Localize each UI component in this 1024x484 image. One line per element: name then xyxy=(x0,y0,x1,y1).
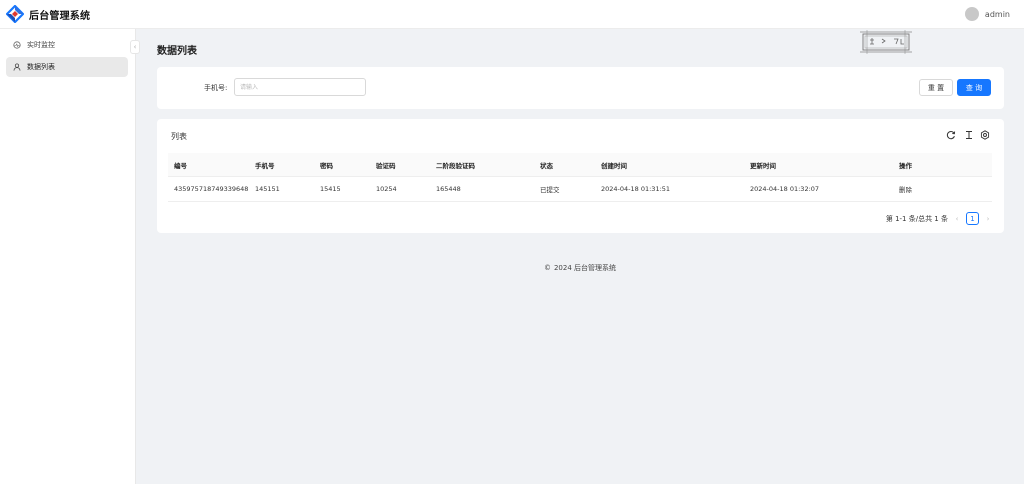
monitor-icon xyxy=(13,41,21,49)
table-row[interactable]: 435975718749339648 145151 15415 10254 16… xyxy=(168,177,992,202)
cell-phone: 145151 xyxy=(255,185,280,193)
column-header-updated[interactable]: 更新时间 xyxy=(750,153,776,176)
data-table: 编号 手机号 密码 验证码 二阶段验证码 状态 创建时间 更新时间 操作 435… xyxy=(168,153,992,202)
next-page-icon[interactable]: › xyxy=(984,215,992,223)
cell-password: 15415 xyxy=(320,185,341,193)
column-header-password[interactable]: 密码 xyxy=(320,153,333,176)
footer: © 2024 后台管理系统 xyxy=(136,263,1024,273)
cell-code: 10254 xyxy=(376,185,397,193)
avatar[interactable] xyxy=(964,7,979,21)
table-title: 列表 xyxy=(171,132,187,141)
phone-label: 手机号: xyxy=(204,84,228,92)
cell-status: 已提交 xyxy=(540,186,560,194)
cell-updated: 2024-04-18 01:32:07 xyxy=(750,185,820,193)
table-card: 列表 编号 手机号 密码 验证码 二阶段验证码 状态 创建时间 更新时间 操作 … xyxy=(157,119,1004,233)
column-header-status[interactable]: 状态 xyxy=(540,153,553,176)
column-header-phone[interactable]: 手机号 xyxy=(255,153,275,176)
decorative-stamp xyxy=(860,29,912,55)
column-header-created[interactable]: 创建时间 xyxy=(601,153,627,176)
cell-created: 2024-04-18 01:31:51 xyxy=(601,185,671,193)
column-header-action: 操作 xyxy=(899,161,912,170)
page-button-current[interactable]: 1 xyxy=(966,212,979,225)
main-content: 数据列表 手机号: 重 置 查 询 列表 编号 xyxy=(136,29,1024,484)
column-header-code2[interactable]: 二阶段验证码 xyxy=(436,153,475,176)
search-form: 手机号: 重 置 查 询 xyxy=(157,67,1004,109)
user-icon xyxy=(13,63,21,71)
reload-icon[interactable] xyxy=(945,129,957,141)
pagination-summary: 第 1-1 条/总共 1 条 xyxy=(885,214,948,223)
page-title: 数据列表 xyxy=(157,46,197,57)
user-menu[interactable]: admin xyxy=(964,7,1010,21)
column-header-code[interactable]: 验证码 xyxy=(376,153,396,176)
sidebar-item-data-list[interactable]: 数据列表 xyxy=(6,57,128,77)
cell-code2: 165448 xyxy=(436,185,461,193)
reset-button[interactable]: 重 置 xyxy=(919,79,953,96)
brand[interactable]: 后台管理系统 xyxy=(5,4,91,24)
column-height-icon[interactable] xyxy=(963,129,975,141)
query-button[interactable]: 查 询 xyxy=(957,79,991,96)
top-header: 后台管理系统 admin xyxy=(0,0,1024,29)
footer-text: 2024 后台管理系统 xyxy=(553,264,617,272)
prev-page-icon[interactable]: ‹ xyxy=(953,215,961,223)
pagination: 第 1-1 条/总共 1 条 ‹ 1 › xyxy=(886,212,992,225)
cell-id: 435975718749339648 xyxy=(174,185,249,193)
phone-input[interactable] xyxy=(234,78,366,96)
column-header-id[interactable]: 编号 xyxy=(174,153,187,176)
sidebar-item-label: 实时监控 xyxy=(27,41,55,49)
username[interactable]: admin xyxy=(985,10,1010,19)
setting-icon[interactable] xyxy=(979,129,991,141)
sidebar-item-monitor[interactable]: 实时监控 xyxy=(6,35,128,55)
logo-icon xyxy=(5,4,25,24)
sidebar: 实时监控 数据列表 xyxy=(0,29,136,484)
app-title: 后台管理系统 xyxy=(29,10,91,22)
copyright-icon: © xyxy=(543,264,551,272)
table-header-row: 编号 手机号 密码 验证码 二阶段验证码 状态 创建时间 更新时间 操作 xyxy=(168,153,992,177)
sidebar-item-label: 数据列表 xyxy=(27,63,55,71)
delete-link[interactable]: 删除 xyxy=(899,177,912,201)
